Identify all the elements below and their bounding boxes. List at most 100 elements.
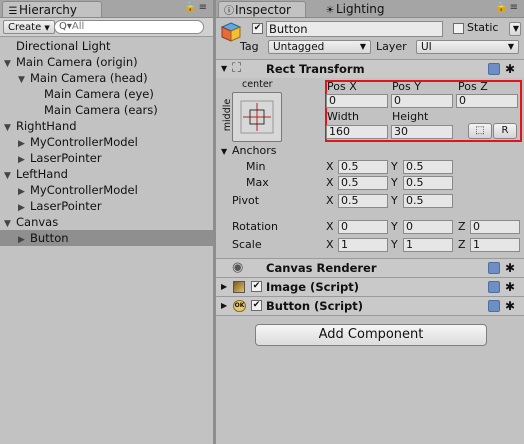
scale-z-field[interactable]: 1 — [470, 238, 520, 252]
width-field[interactable]: 160 — [326, 125, 388, 139]
pos-z-field[interactable]: 0 — [456, 94, 518, 108]
hierarchy-item[interactable]: ▶ LaserPointer — [0, 198, 231, 214]
hierarchy-item-label: RightHand — [16, 119, 77, 133]
hierarchy-item[interactable]: Directional Light — [0, 38, 217, 54]
pivot-label: Pivot — [232, 194, 260, 207]
divider — [216, 315, 524, 316]
image-enabled-checkbox[interactable]: ✔ — [251, 281, 262, 292]
image-script-header[interactable]: ▶ ✔ Image (Script) ✱ — [216, 277, 524, 296]
blueprint-mode-button[interactable]: ⬚ — [468, 123, 492, 139]
rotation-x-field[interactable]: 0 — [338, 220, 388, 234]
hierarchy-item[interactable]: ▶ Button — [0, 230, 231, 246]
hierarchy-item-label: LaserPointer — [30, 199, 102, 213]
image-script-title: Image (Script) — [266, 280, 360, 294]
static-dropdown[interactable]: ▼ — [509, 22, 521, 36]
dropdown-arrow-icon: ▼ — [44, 24, 50, 32]
tab-inspector[interactable]: ⓘInspector — [218, 1, 306, 17]
tag-dropdown[interactable]: Untagged ▼ — [268, 40, 371, 54]
hierarchy-item-label: Main Camera (eye) — [44, 87, 154, 101]
create-button[interactable]: Create ▼ — [3, 20, 55, 34]
window-menu-icons[interactable]: 🔒≡ — [184, 2, 209, 13]
max-x-field[interactable]: 0.5 — [338, 176, 388, 190]
layer-dropdown[interactable]: UI ▼ — [416, 40, 519, 54]
pos-y-field[interactable]: 0 — [391, 94, 453, 108]
expand-arrow-icon[interactable]: ▶ — [221, 297, 227, 315]
tab-hierarchy[interactable]: ☰ Hierarchy — [2, 1, 102, 17]
raw-edit-button[interactable]: R — [493, 123, 517, 139]
button-script-header[interactable]: ▶ OK ✔ Button (Script) ✱ — [216, 296, 524, 315]
button-enabled-checkbox[interactable]: ✔ — [251, 300, 262, 311]
menu-icon[interactable]: ≡ — [199, 2, 209, 13]
hierarchy-item-label: Main Camera (origin) — [16, 55, 138, 69]
gear-icon[interactable]: ✱ — [505, 63, 515, 75]
min-x-field[interactable]: 0.5 — [338, 160, 388, 174]
hierarchy-item[interactable]: ▼ RightHand — [0, 118, 217, 134]
height-label: Height — [392, 110, 429, 123]
eye-icon: ◉ — [232, 260, 244, 275]
window-menu-icons[interactable]: 🔒≡ — [495, 2, 520, 13]
max-y-axis-label: Y — [391, 176, 398, 189]
hierarchy-item-label: MyControllerModel — [30, 183, 138, 197]
hierarchy-item-label: LeftHand — [16, 167, 68, 181]
scale-y-axis-label: Y — [391, 238, 398, 251]
pos-x-field[interactable]: 0 — [326, 94, 388, 108]
add-component-button[interactable]: Add Component — [255, 324, 487, 346]
rotation-y-field[interactable]: 0 — [403, 220, 453, 234]
dropdown-arrow-icon: ▼ — [507, 42, 514, 51]
help-book-icon[interactable] — [488, 300, 500, 312]
static-checkbox[interactable] — [453, 23, 464, 34]
hierarchy-item[interactable]: ▼ Canvas — [0, 214, 217, 230]
help-book-icon[interactable] — [488, 281, 500, 293]
object-name-field[interactable]: Button — [266, 21, 443, 37]
pivot-x-field[interactable]: 0.5 — [338, 194, 388, 208]
canvas-renderer-header[interactable]: ◉ Canvas Renderer ✱ — [216, 258, 524, 277]
active-checkbox[interactable]: ✔ — [252, 23, 263, 34]
anchor-presets-button[interactable] — [232, 92, 282, 142]
height-field[interactable]: 30 — [391, 125, 453, 139]
scale-x-axis-label: X — [326, 238, 334, 251]
max-y-field[interactable]: 0.5 — [403, 176, 453, 190]
search-input[interactable] — [71, 21, 182, 32]
lock-icon[interactable]: 🔒 — [184, 2, 198, 13]
expand-arrow-icon[interactable]: ▶ — [221, 278, 227, 296]
search-box[interactable]: Q▾ — [54, 20, 204, 34]
hierarchy-item[interactable]: Main Camera (ears) — [0, 102, 245, 118]
hierarchy-item[interactable]: ▼ Main Camera (head) — [0, 70, 231, 86]
anchors-collapse-arrow-icon[interactable]: ▼ — [221, 147, 227, 156]
rotation-z-axis-label: Z — [458, 220, 466, 233]
dropdown-arrow-icon: ▼ — [512, 24, 519, 33]
canvas-renderer-title: Canvas Renderer — [266, 261, 377, 275]
tab-hierarchy-label: Hierarchy — [19, 3, 78, 17]
rect-transform-icon: ⛶ — [232, 61, 242, 76]
min-label: Min — [246, 160, 266, 173]
hierarchy-item-label: Main Camera (head) — [30, 71, 148, 85]
scale-x-field[interactable]: 1 — [338, 238, 388, 252]
gear-icon[interactable]: ✱ — [505, 281, 515, 293]
lock-icon[interactable]: 🔒 — [495, 2, 509, 13]
collapse-arrow-icon[interactable]: ▼ — [221, 60, 227, 78]
hierarchy-item-label: Main Camera (ears) — [44, 103, 158, 117]
rotation-z-field[interactable]: 0 — [470, 220, 520, 234]
hierarchy-item[interactable]: ▼ LeftHand — [0, 166, 217, 182]
hierarchy-item[interactable]: ▶ MyControllerModel — [0, 134, 231, 150]
hierarchy-item[interactable]: ▶ LaserPointer — [0, 150, 231, 166]
hierarchy-item[interactable]: Main Camera (eye) — [0, 86, 245, 102]
gear-icon[interactable]: ✱ — [505, 300, 515, 312]
search-icon[interactable]: Q▾ — [59, 21, 72, 32]
rect-transform-header[interactable]: ▼ ⛶ Rect Transform ✱ — [216, 59, 524, 78]
tab-lighting[interactable]: ☀ Lighting — [320, 1, 400, 17]
help-book-icon[interactable] — [488, 63, 500, 75]
collapsed-arrow-icon[interactable]: ▶ — [18, 232, 30, 248]
scale-y-field[interactable]: 1 — [403, 238, 453, 252]
gear-icon[interactable]: ✱ — [505, 262, 515, 274]
hierarchy-item[interactable]: ▼ Main Camera (origin) — [0, 54, 217, 70]
button-script-title: Button (Script) — [266, 299, 363, 313]
pivot-y-field[interactable]: 0.5 — [403, 194, 453, 208]
pivot-y-axis-label: Y — [391, 194, 398, 207]
hierarchy-item[interactable]: ▶ MyControllerModel — [0, 182, 231, 198]
layer-label: Layer — [376, 40, 407, 53]
create-label: Create — [8, 22, 42, 33]
min-y-field[interactable]: 0.5 — [403, 160, 453, 174]
help-book-icon[interactable] — [488, 262, 500, 274]
menu-icon[interactable]: ≡ — [510, 2, 520, 13]
